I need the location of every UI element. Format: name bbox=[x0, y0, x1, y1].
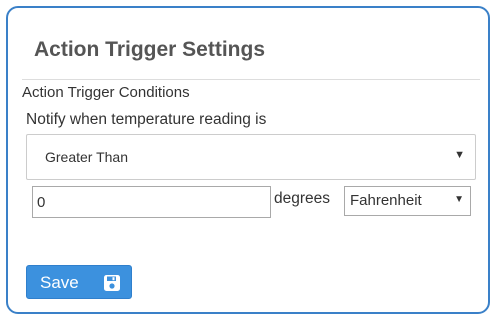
floppy-disk-icon bbox=[104, 275, 120, 291]
unit-select[interactable]: Fahrenheit ▼ bbox=[344, 186, 471, 216]
condition-prompt-label: Notify when temperature reading is bbox=[26, 111, 267, 128]
save-button[interactable]: Save bbox=[26, 265, 132, 299]
panel-title: Action Trigger Settings bbox=[34, 38, 266, 61]
comparator-select[interactable]: Greater Than ▼ bbox=[26, 134, 476, 180]
threshold-input[interactable] bbox=[32, 186, 271, 218]
unit-selected-value: Fahrenheit bbox=[350, 192, 422, 209]
units-label: degrees bbox=[274, 190, 331, 207]
chevron-down-icon: ▼ bbox=[454, 149, 465, 161]
save-button-label: Save bbox=[40, 273, 79, 292]
section-label: Action Trigger Conditions bbox=[22, 84, 190, 101]
title-divider bbox=[22, 79, 480, 80]
chevron-down-icon: ▼ bbox=[454, 194, 464, 205]
comparator-selected-value: Greater Than bbox=[45, 149, 129, 165]
action-trigger-settings-panel: Action Trigger Settings Action Trigger C… bbox=[6, 6, 490, 314]
